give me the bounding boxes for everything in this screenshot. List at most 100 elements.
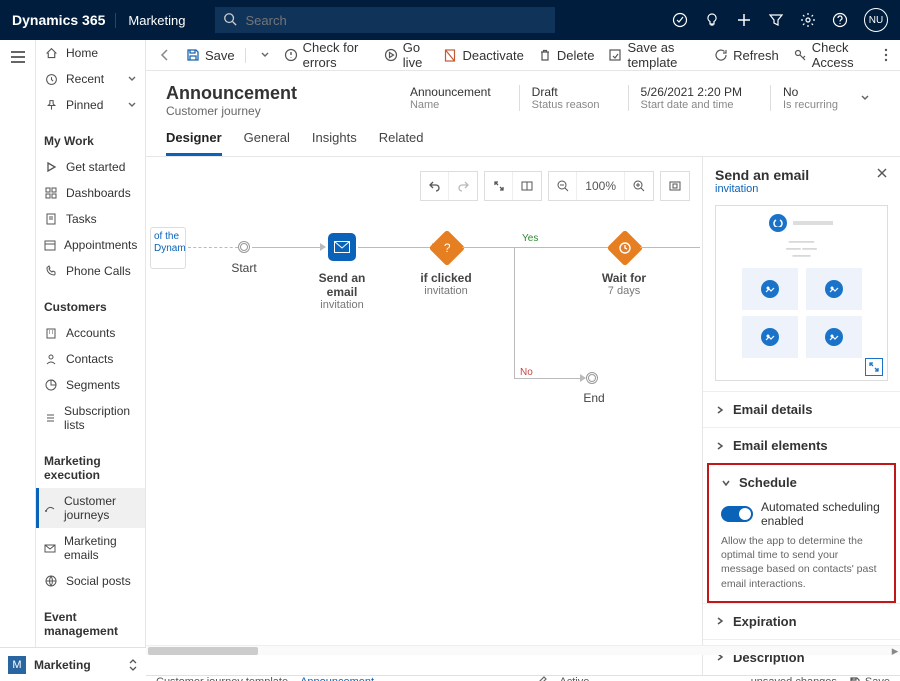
nav-label: Pinned xyxy=(66,98,103,112)
header-field-recurring: NoIs recurring xyxy=(770,85,850,111)
back-button[interactable] xyxy=(158,48,172,62)
nav-recent[interactable]: Recent xyxy=(36,66,145,92)
section-expiration[interactable]: Expiration xyxy=(703,604,900,639)
updown-icon xyxy=(128,659,146,671)
audience-chip[interactable]: of the Dynam xyxy=(150,227,186,269)
nav-accounts[interactable]: Accounts xyxy=(36,320,145,346)
journey-canvas[interactable]: of the Dynam Start Send an emailinvitati… xyxy=(146,157,702,675)
section-email-details[interactable]: Email details xyxy=(703,392,900,427)
status-template-label: Customer journey template xyxy=(156,676,288,681)
delete-button[interactable]: Delete xyxy=(538,48,595,63)
nav-label: Tasks xyxy=(66,212,97,226)
brand: Dynamics 365 xyxy=(12,12,105,28)
wait-tile[interactable] xyxy=(607,230,644,267)
grid-icon xyxy=(44,187,58,199)
settings-icon[interactable] xyxy=(800,12,816,28)
nav-group-mywork: My Work xyxy=(36,128,145,154)
horizontal-scrollbar[interactable]: ◂ ▸ xyxy=(146,645,900,655)
panel-close-button[interactable] xyxy=(876,167,888,179)
nav-home[interactable]: Home xyxy=(36,40,145,66)
assistant-icon[interactable] xyxy=(672,12,688,28)
nav-dashboards[interactable]: Dashboards xyxy=(36,180,145,206)
status-edit-icon[interactable] xyxy=(535,676,547,681)
panel-subtitle[interactable]: invitation xyxy=(715,183,809,195)
tab-insights[interactable]: Insights xyxy=(312,130,357,156)
check-errors-button[interactable]: Check for errors xyxy=(284,40,370,70)
trash-icon xyxy=(538,48,552,62)
clock-icon xyxy=(44,73,58,86)
tab-designer[interactable]: Designer xyxy=(166,130,222,156)
chevron-right-icon xyxy=(715,616,725,626)
label: Check for errors xyxy=(303,40,370,70)
filter-icon[interactable] xyxy=(768,12,784,28)
record-title: Announcement xyxy=(166,83,297,104)
chevron-down-icon xyxy=(721,478,731,488)
nav-phonecalls[interactable]: Phone Calls xyxy=(36,258,145,284)
hamburger-icon[interactable] xyxy=(10,50,26,64)
nav-pinned[interactable]: Pinned xyxy=(36,92,145,118)
wait-label: Wait for7 days xyxy=(584,271,664,297)
panel-title: Send an email xyxy=(715,167,809,183)
nav-subscriptionlists[interactable]: Subscription lists xyxy=(36,398,145,438)
tab-general[interactable]: General xyxy=(244,130,290,156)
add-icon[interactable] xyxy=(736,12,752,28)
save-template-button[interactable]: Save as template xyxy=(608,40,700,70)
auto-schedule-toggle[interactable] xyxy=(721,506,753,522)
nav-social-posts[interactable]: Social posts xyxy=(36,568,145,594)
check-access-button[interactable]: Check Access xyxy=(793,40,870,70)
toggle-label: Automated scheduling enabled xyxy=(761,500,882,528)
label: Check Access xyxy=(812,40,870,70)
condition-tile[interactable]: ? xyxy=(429,230,466,267)
status-unsaved: unsaved changes xyxy=(751,676,837,681)
deactivate-button[interactable]: Deactivate xyxy=(443,48,523,63)
label: Save as template xyxy=(627,40,700,70)
nav-label: Dashboards xyxy=(66,186,131,200)
header-collapse[interactable] xyxy=(850,83,880,113)
golive-icon xyxy=(384,48,398,62)
tab-related[interactable]: Related xyxy=(379,130,424,156)
building-icon xyxy=(44,327,58,339)
nav-customer-journeys[interactable]: Customer journeys xyxy=(36,488,145,528)
nav-segments[interactable]: Segments xyxy=(36,372,145,398)
person-icon xyxy=(44,353,58,365)
global-search-input[interactable] xyxy=(215,7,555,33)
schedule-help-text: Allow the app to determine the optimal t… xyxy=(709,534,894,601)
nav-marketing-emails[interactable]: Marketing emails xyxy=(36,528,145,568)
lightbulb-icon[interactable] xyxy=(704,12,720,28)
status-save-button[interactable]: Save xyxy=(849,676,890,681)
nav-group-customers: Customers xyxy=(36,294,145,320)
header-field-start: 5/26/2021 2:20 PMStart date and time xyxy=(628,85,754,111)
user-avatar[interactable]: NU xyxy=(864,8,888,32)
help-icon[interactable] xyxy=(832,12,848,28)
nav-appointments[interactable]: Appointments xyxy=(36,232,145,258)
record-subtitle: Customer journey xyxy=(166,104,297,118)
scroll-right-arrow[interactable]: ▸ xyxy=(890,646,900,656)
start-node[interactable] xyxy=(238,241,250,253)
save-button[interactable]: Save xyxy=(186,48,246,63)
condition-label: if clickedinvitation xyxy=(406,271,486,297)
label: Save xyxy=(865,676,890,681)
section-email-elements[interactable]: Email elements xyxy=(703,428,900,463)
end-node[interactable] xyxy=(586,372,598,384)
label: Delete xyxy=(557,48,595,63)
scroll-thumb[interactable] xyxy=(148,647,258,655)
email-tile[interactable] xyxy=(328,233,356,261)
status-template-link[interactable]: Announcement xyxy=(300,676,374,681)
status-active: Active xyxy=(559,676,589,681)
area-switcher[interactable]: M Marketing xyxy=(0,647,146,681)
nav-group-events: Event management xyxy=(36,604,145,644)
end-label: End xyxy=(554,391,634,405)
save-dropdown[interactable] xyxy=(260,50,270,60)
preview-expand-button[interactable] xyxy=(865,358,883,376)
nav-tasks[interactable]: Tasks xyxy=(36,206,145,232)
nav-get-started[interactable]: Get started xyxy=(36,154,145,180)
play-icon xyxy=(44,161,58,173)
nav-contacts[interactable]: Contacts xyxy=(36,346,145,372)
more-commands[interactable] xyxy=(884,48,888,62)
label: Email elements xyxy=(733,438,828,453)
header-field-name: AnnouncementName xyxy=(398,85,503,111)
start-label: Start xyxy=(204,261,284,275)
section-schedule[interactable]: Schedule xyxy=(709,465,894,500)
golive-button[interactable]: Go live xyxy=(384,40,430,70)
refresh-button[interactable]: Refresh xyxy=(714,48,779,63)
